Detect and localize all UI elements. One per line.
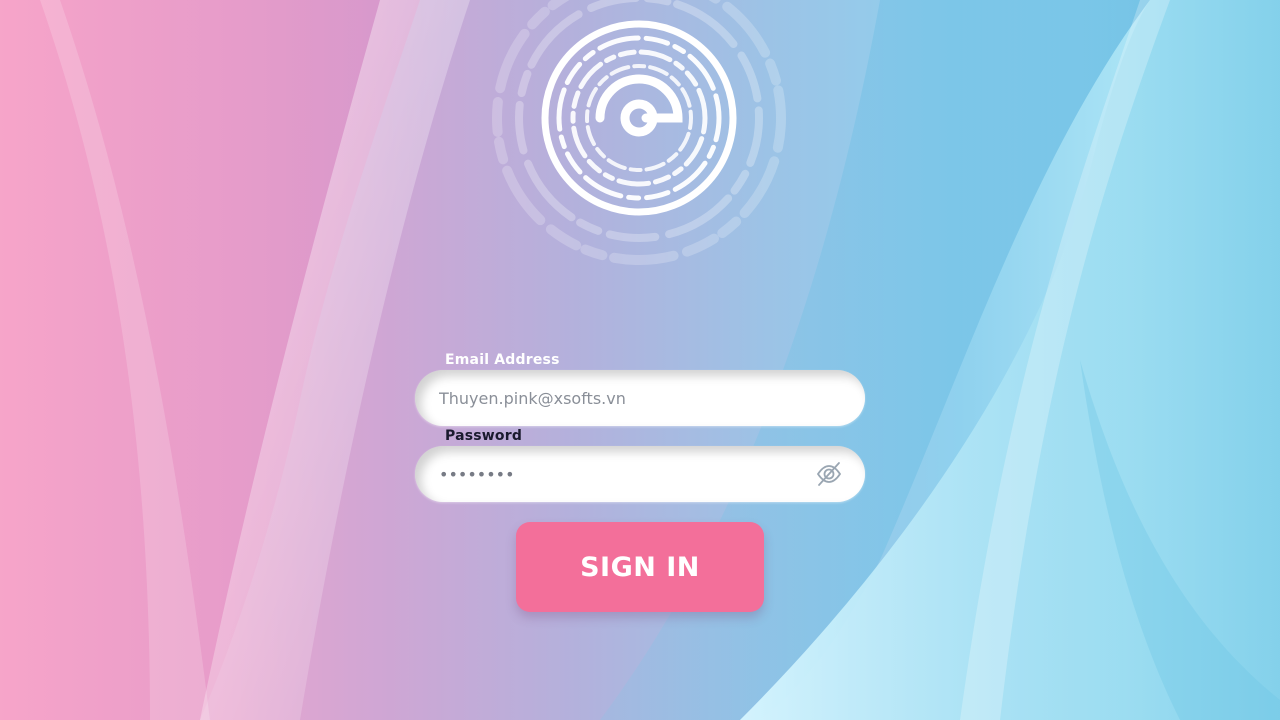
sign-in-button[interactable]: SIGN IN xyxy=(516,522,764,612)
email-label: Email Address xyxy=(445,352,560,368)
circular-g-logo-icon xyxy=(492,0,786,265)
login-screen: Email Address Password SIGN IN xyxy=(0,0,1280,720)
eye-off-icon[interactable] xyxy=(815,460,843,488)
password-field[interactable] xyxy=(439,446,799,502)
password-label: Password xyxy=(445,428,523,444)
password-field-container xyxy=(415,446,865,502)
email-field-container xyxy=(415,370,865,426)
email-field[interactable] xyxy=(439,370,799,426)
